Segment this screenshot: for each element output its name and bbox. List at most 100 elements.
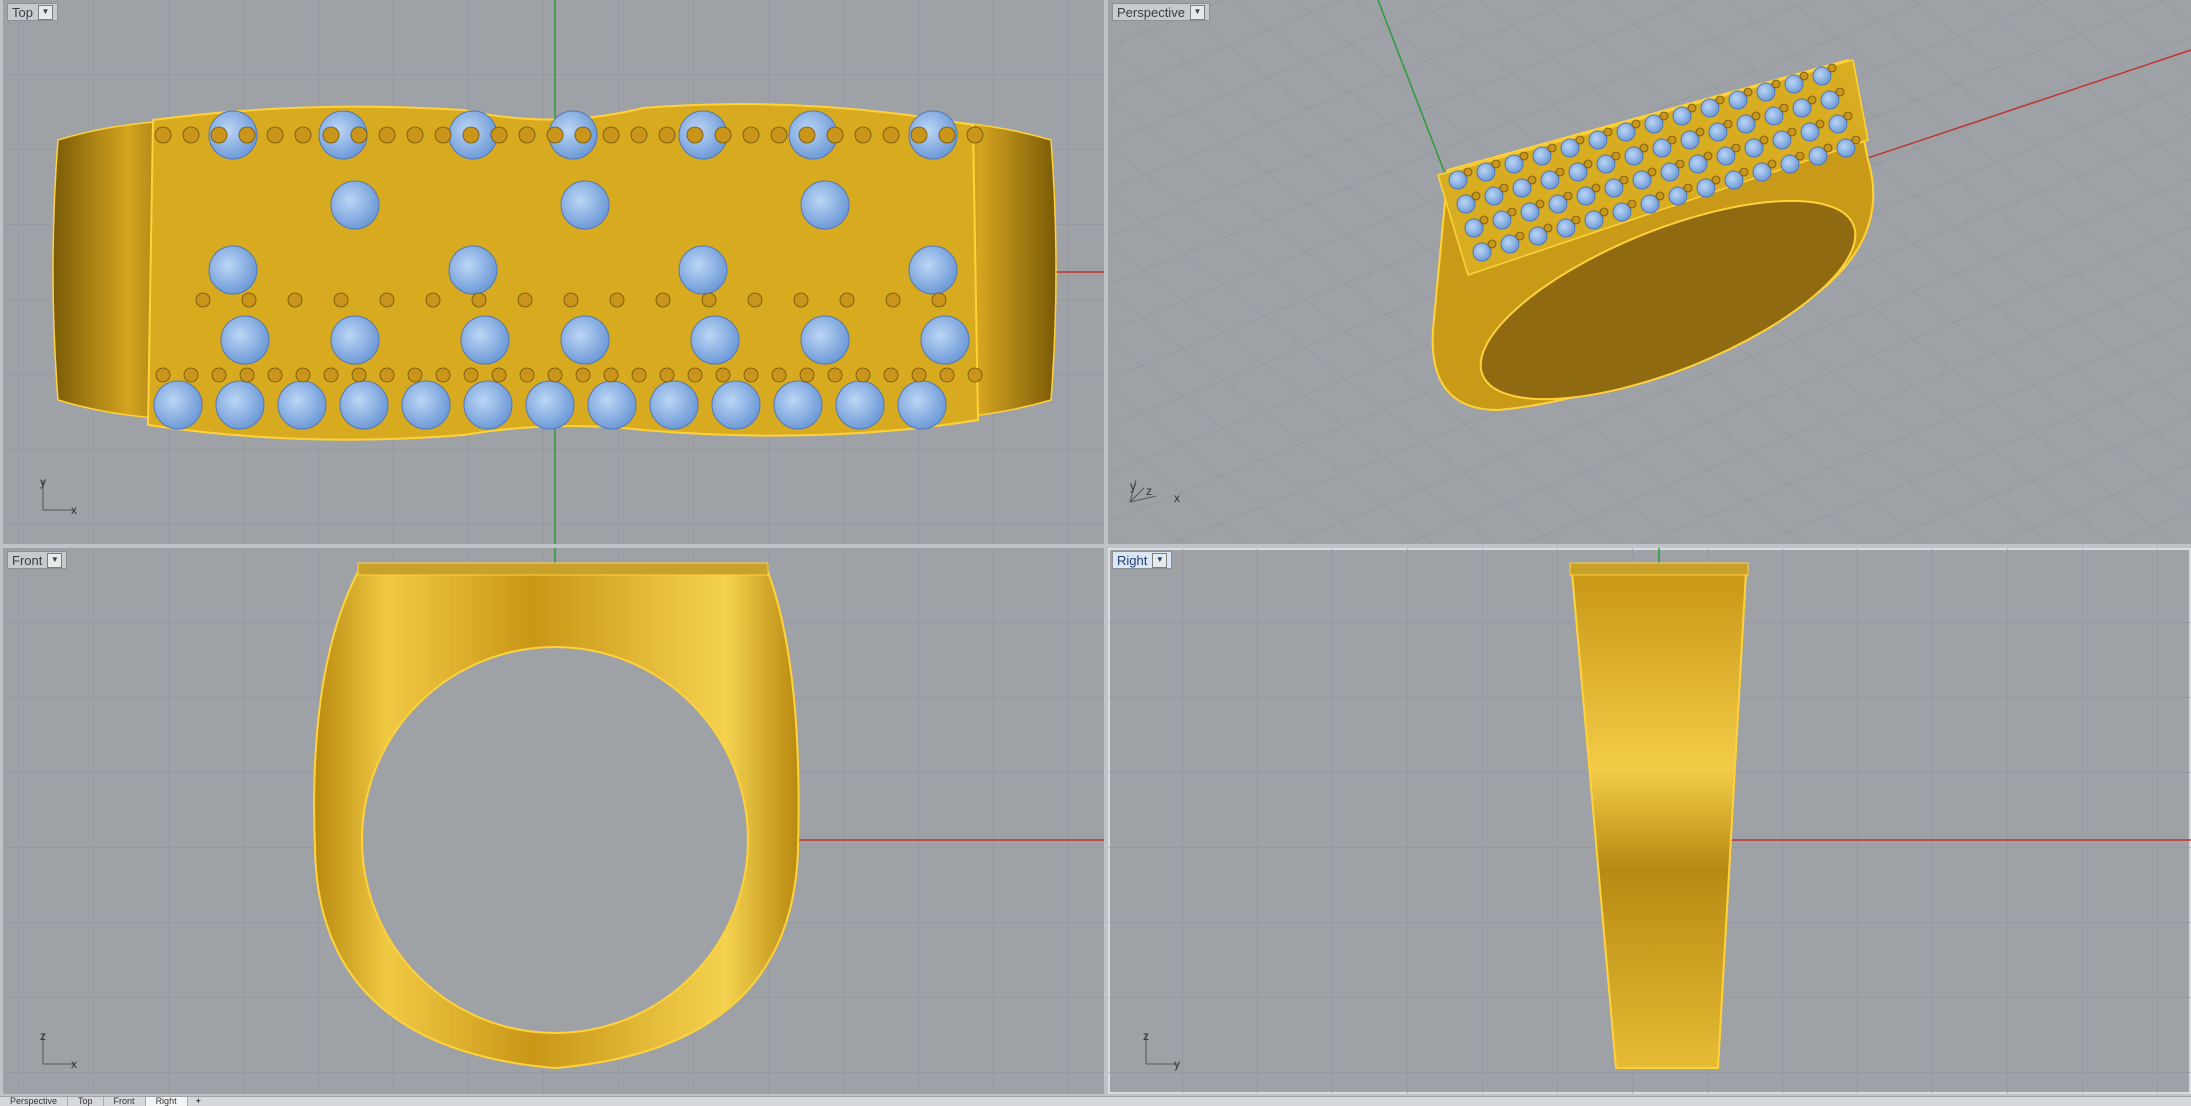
top-view-canvas[interactable]: y x	[3, 0, 1104, 544]
prong	[1759, 135, 1769, 145]
perspective-view-canvas[interactable]: y z x	[1108, 0, 2191, 544]
prong	[1799, 71, 1809, 81]
gem	[773, 380, 823, 430]
right-view-canvas[interactable]: z y	[1108, 548, 2191, 1094]
prong	[1547, 143, 1557, 153]
gem	[587, 380, 637, 430]
prong	[1827, 63, 1837, 73]
axis-label-1: z	[1143, 1029, 1149, 1043]
prong	[1555, 167, 1565, 177]
prong	[1779, 103, 1789, 113]
prong	[351, 367, 367, 383]
prong	[631, 367, 647, 383]
gem	[339, 380, 389, 430]
prong	[295, 367, 311, 383]
viewport-title-front[interactable]: Front ▼	[7, 551, 68, 569]
viewport-front[interactable]: z x Front ▼	[3, 548, 1104, 1094]
viewport-title-right[interactable]: Right ▼	[1112, 551, 1173, 569]
axis-label-2: z	[1146, 484, 1152, 498]
prong	[1479, 215, 1489, 225]
prong	[266, 126, 284, 144]
gem	[463, 380, 513, 430]
prong	[434, 126, 452, 144]
gem	[649, 380, 699, 430]
viewport-top[interactable]: y x Top ▼	[3, 0, 1104, 544]
axis-label-3: x	[1174, 491, 1180, 505]
gem	[215, 380, 265, 430]
prong	[1683, 183, 1693, 193]
prong	[435, 367, 451, 383]
axis-label-2: x	[71, 503, 77, 517]
axis-label-1: z	[40, 1029, 46, 1043]
prong	[931, 292, 947, 308]
viewport-right[interactable]: z y Right ▼	[1108, 548, 2191, 1094]
gem	[153, 380, 203, 430]
prong	[1695, 127, 1705, 137]
gem	[690, 315, 740, 365]
prong	[743, 367, 759, 383]
prong	[1575, 135, 1585, 145]
front-view-canvas[interactable]: z x	[3, 548, 1104, 1094]
gem	[277, 380, 327, 430]
viewport-title-text: Right	[1117, 552, 1148, 568]
prong	[1499, 183, 1509, 193]
prong	[1667, 135, 1677, 145]
prong	[826, 126, 844, 144]
prong	[378, 126, 396, 144]
gem	[460, 315, 510, 365]
prong	[967, 367, 983, 383]
viewport-title-top[interactable]: Top ▼	[7, 3, 58, 21]
prong	[1519, 151, 1529, 161]
gem	[448, 245, 498, 295]
prong	[655, 292, 671, 308]
prong	[1471, 191, 1481, 201]
prong	[1535, 199, 1545, 209]
prong	[1599, 207, 1609, 217]
prong	[1639, 143, 1649, 153]
prong	[966, 126, 984, 144]
prong	[701, 292, 717, 308]
prong	[939, 367, 955, 383]
ring-inner-circle	[361, 646, 749, 1034]
axis-label-1: y	[40, 475, 46, 489]
prong	[1843, 111, 1853, 121]
prong	[603, 367, 619, 383]
gem	[330, 180, 380, 230]
dropdown-arrow-icon[interactable]: ▼	[47, 552, 63, 568]
gem	[835, 380, 885, 430]
prong	[267, 367, 283, 383]
prong	[1739, 167, 1749, 177]
prong	[630, 126, 648, 144]
prong	[1611, 151, 1621, 161]
dropdown-arrow-icon[interactable]: ▼	[1189, 4, 1205, 20]
viewport-title-perspective[interactable]: Perspective ▼	[1112, 3, 1210, 21]
prong	[462, 126, 480, 144]
prong	[883, 367, 899, 383]
prong	[546, 126, 564, 144]
prong	[659, 367, 675, 383]
prong	[322, 126, 340, 144]
viewport-perspective[interactable]: y z x Perspective ▼	[1108, 0, 2191, 544]
prong	[287, 292, 303, 308]
dropdown-arrow-icon[interactable]: ▼	[1152, 552, 1168, 568]
dropdown-arrow-icon[interactable]: ▼	[37, 4, 53, 20]
prong	[1659, 111, 1669, 121]
prong	[715, 367, 731, 383]
prong	[563, 292, 579, 308]
gem-row-edge	[1569, 562, 1749, 576]
prong	[425, 292, 441, 308]
prong	[379, 292, 395, 308]
gem	[800, 315, 850, 365]
prong	[1807, 95, 1817, 105]
prong	[1851, 135, 1861, 145]
viewport-title-text: Front	[12, 552, 43, 568]
prong	[855, 367, 871, 383]
axis-label-2: y	[1174, 1057, 1180, 1071]
prong	[1795, 151, 1805, 161]
prong	[518, 126, 536, 144]
axis-label-1: y	[1130, 479, 1136, 493]
prong	[747, 292, 763, 308]
prong	[742, 126, 760, 144]
prong	[1815, 119, 1825, 129]
prong	[547, 367, 563, 383]
